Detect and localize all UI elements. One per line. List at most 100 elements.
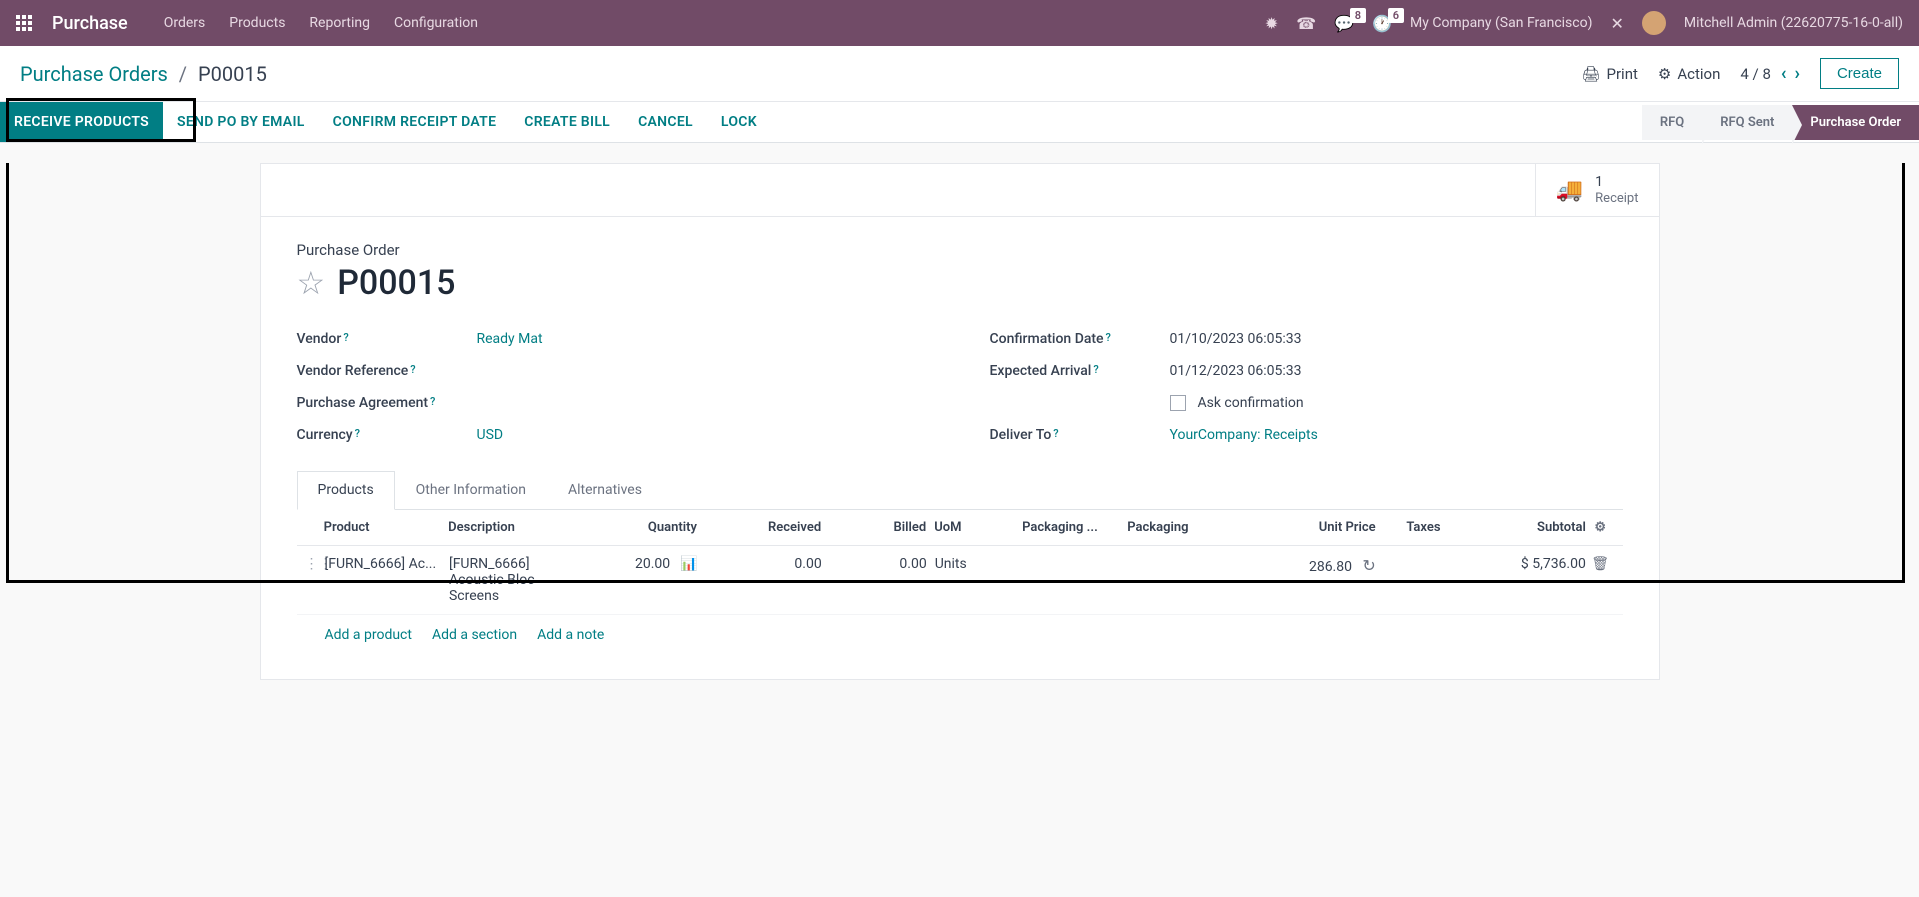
- form-sheet: 🚚 1 Receipt Purchase Order ☆ P00015 Vend…: [260, 163, 1660, 680]
- print-button[interactable]: 🖨 Print: [1581, 65, 1637, 83]
- cell-price[interactable]: 286.80 ↻: [1252, 556, 1376, 575]
- nav-orders[interactable]: Orders: [164, 15, 206, 31]
- breadcrumb-parent[interactable]: Purchase Orders: [20, 62, 168, 86]
- add-note-link[interactable]: Add a note: [537, 627, 604, 643]
- th-pkg: Packaging: [1127, 520, 1251, 535]
- th-desc: Description: [448, 520, 582, 535]
- add-product-link[interactable]: Add a product: [325, 627, 412, 643]
- breadcrumb: Purchase Orders / P00015: [20, 62, 267, 86]
- currency-label: Currency?: [297, 427, 477, 443]
- vendor-link[interactable]: Ready Mat: [477, 331, 543, 347]
- table-row[interactable]: ⋮⋮ [FURN_6666] Ac... [FURN_6666] Acousti…: [297, 546, 1623, 615]
- cell-received[interactable]: 0.00: [698, 556, 822, 572]
- nav-menu: Orders Products Reporting Configuration: [164, 15, 478, 31]
- refresh-price-icon[interactable]: ↻: [1362, 556, 1375, 575]
- activity-badge: 6: [1388, 8, 1404, 23]
- po-type-label: Purchase Order: [297, 241, 1623, 259]
- favorite-star-icon[interactable]: ☆: [297, 264, 326, 302]
- tools-icon[interactable]: ✕: [1610, 14, 1623, 33]
- status-rfq[interactable]: RFQ: [1642, 105, 1702, 140]
- user-name[interactable]: Mitchell Admin (22620775-16-0-all): [1684, 15, 1903, 31]
- cell-uom[interactable]: Units: [927, 556, 1023, 572]
- status-purchase-order[interactable]: Purchase Order: [1792, 105, 1919, 140]
- tab-other-info[interactable]: Other Information: [395, 471, 547, 509]
- cell-billed[interactable]: 0.00: [822, 556, 927, 572]
- app-brand[interactable]: Purchase: [52, 13, 128, 34]
- company-selector[interactable]: My Company (San Francisco): [1410, 15, 1592, 31]
- content: 🚚 1 Receipt Purchase Order ☆ P00015 Vend…: [0, 163, 1919, 680]
- arrival-value[interactable]: 01/12/2023 06:05:33: [1170, 363, 1623, 379]
- pager-next-icon[interactable]: ›: [1795, 63, 1800, 84]
- cell-product[interactable]: [FURN_6666] Ac...: [325, 556, 449, 572]
- gear-icon: ⚙: [1658, 65, 1671, 83]
- receive-products-button[interactable]: Receive Products: [0, 102, 163, 142]
- action-label: Action: [1677, 65, 1720, 83]
- create-bill-button[interactable]: Create Bill: [510, 102, 624, 142]
- th-tax: Taxes: [1376, 520, 1472, 535]
- activity-icon[interactable]: 🕐6: [1372, 14, 1392, 33]
- forecast-chart-icon[interactable]: 📊: [680, 556, 697, 572]
- support-icon[interactable]: ☎: [1296, 14, 1316, 33]
- agreement-label: Purchase Agreement?: [297, 395, 477, 411]
- nav-products[interactable]: Products: [229, 15, 285, 31]
- po-number: P00015: [337, 263, 455, 303]
- deliver-label: Deliver To?: [990, 427, 1170, 443]
- help-icon[interactable]: ?: [343, 331, 348, 344]
- receipt-count: 1: [1595, 174, 1638, 191]
- navbar-right: ✹ ☎ 💬8 🕐6 My Company (San Francisco) ✕ M…: [1265, 11, 1903, 35]
- cell-subtotal: $ 5,736.00: [1471, 556, 1586, 572]
- lock-button[interactable]: Lock: [707, 102, 771, 142]
- drag-handle-icon[interactable]: ⋮⋮: [305, 556, 325, 572]
- cancel-button[interactable]: Cancel: [624, 102, 707, 142]
- tabs: Products Other Information Alternatives: [297, 471, 1623, 510]
- receipt-button[interactable]: 🚚 1 Receipt: [1535, 164, 1659, 216]
- confirm-date-value: 01/10/2023 06:05:33: [1170, 331, 1623, 347]
- help-icon[interactable]: ?: [355, 427, 360, 440]
- th-subtotal: Subtotal: [1471, 520, 1586, 535]
- user-avatar[interactable]: [1642, 11, 1666, 35]
- tab-products[interactable]: Products: [297, 471, 395, 510]
- delete-row-icon[interactable]: 🗑: [1586, 556, 1615, 572]
- action-bar: Receive Products Send PO by Email Confir…: [0, 102, 1919, 143]
- control-bar: Purchase Orders / P00015 🖨 Print ⚙ Actio…: [0, 46, 1919, 102]
- create-button[interactable]: Create: [1820, 58, 1899, 89]
- vendor-label: Vendor?: [297, 331, 477, 347]
- print-icon: 🖨: [1581, 65, 1600, 83]
- th-received: Received: [697, 520, 821, 535]
- help-icon[interactable]: ?: [1106, 331, 1111, 344]
- th-price: Unit Price: [1251, 520, 1375, 535]
- top-navbar: Purchase Orders Products Reporting Confi…: [0, 0, 1919, 46]
- add-section-link[interactable]: Add a section: [432, 627, 517, 643]
- status-pills: RFQ RFQ Sent Purchase Order: [1642, 105, 1919, 140]
- nav-reporting[interactable]: Reporting: [309, 15, 370, 31]
- apps-icon[interactable]: [16, 15, 32, 31]
- pager: 4 / 8 ‹ ›: [1740, 63, 1800, 84]
- arrival-label: Expected Arrival?: [990, 363, 1170, 379]
- ask-confirmation-label: Ask confirmation: [1198, 395, 1304, 411]
- action-button[interactable]: ⚙ Action: [1658, 65, 1720, 83]
- th-billed: Billed: [821, 520, 926, 535]
- help-icon[interactable]: ?: [1053, 427, 1058, 440]
- deliver-link[interactable]: YourCompany: Receipts: [1170, 427, 1318, 443]
- send-po-button[interactable]: Send PO by Email: [163, 102, 319, 142]
- status-rfq-sent[interactable]: RFQ Sent: [1702, 105, 1792, 140]
- nav-configuration[interactable]: Configuration: [394, 15, 478, 31]
- th-product: Product: [324, 520, 449, 535]
- confirm-receipt-button[interactable]: Confirm Receipt Date: [319, 102, 511, 142]
- sheet-body: Purchase Order ☆ P00015 Vendor? Ready Ma…: [261, 217, 1659, 679]
- th-qty: Quantity: [582, 520, 697, 535]
- help-icon[interactable]: ?: [430, 395, 435, 408]
- th-options-icon[interactable]: ⚙: [1586, 520, 1615, 535]
- th-pkgqty: Packaging ...: [1022, 520, 1127, 535]
- cell-desc[interactable]: [FURN_6666] Acoustic Bloc Screens: [449, 556, 583, 604]
- cell-qty[interactable]: 20.00 📊: [583, 556, 698, 572]
- chat-icon[interactable]: 💬8: [1334, 14, 1354, 33]
- ask-confirmation-checkbox[interactable]: [1170, 395, 1186, 411]
- debug-icon[interactable]: ✹: [1265, 14, 1278, 33]
- currency-link[interactable]: USD: [477, 427, 504, 443]
- navbar-left: Purchase Orders Products Reporting Confi…: [16, 13, 478, 34]
- help-icon[interactable]: ?: [1093, 363, 1098, 376]
- pager-prev-icon[interactable]: ‹: [1781, 63, 1787, 84]
- tab-alternatives[interactable]: Alternatives: [547, 471, 663, 509]
- help-icon[interactable]: ?: [410, 363, 415, 376]
